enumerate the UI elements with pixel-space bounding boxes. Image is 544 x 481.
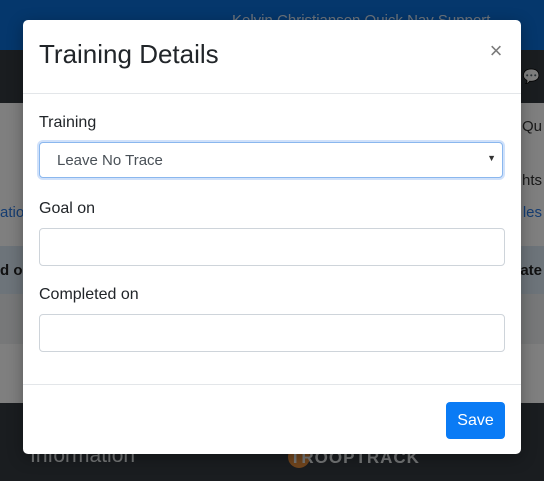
training-label: Training bbox=[39, 114, 97, 131]
goal-on-input[interactable] bbox=[39, 228, 505, 266]
close-button[interactable]: × bbox=[485, 40, 507, 62]
completed-on-label: Completed on bbox=[39, 286, 139, 303]
modal-header: Training Details × bbox=[23, 20, 521, 94]
completed-on-input[interactable] bbox=[39, 314, 505, 352]
chevron-down-icon: ▼ bbox=[487, 153, 496, 163]
training-select-value: Leave No Trace bbox=[57, 152, 163, 169]
goal-on-label: Goal on bbox=[39, 200, 96, 217]
modal-title: Training Details bbox=[39, 39, 219, 69]
training-select[interactable]: Leave No Trace ▼ bbox=[39, 142, 503, 178]
training-details-modal: Training Details × Training Leave No Tra… bbox=[23, 20, 521, 454]
modal-footer: Save bbox=[23, 384, 521, 455]
save-button[interactable]: Save bbox=[446, 402, 505, 439]
